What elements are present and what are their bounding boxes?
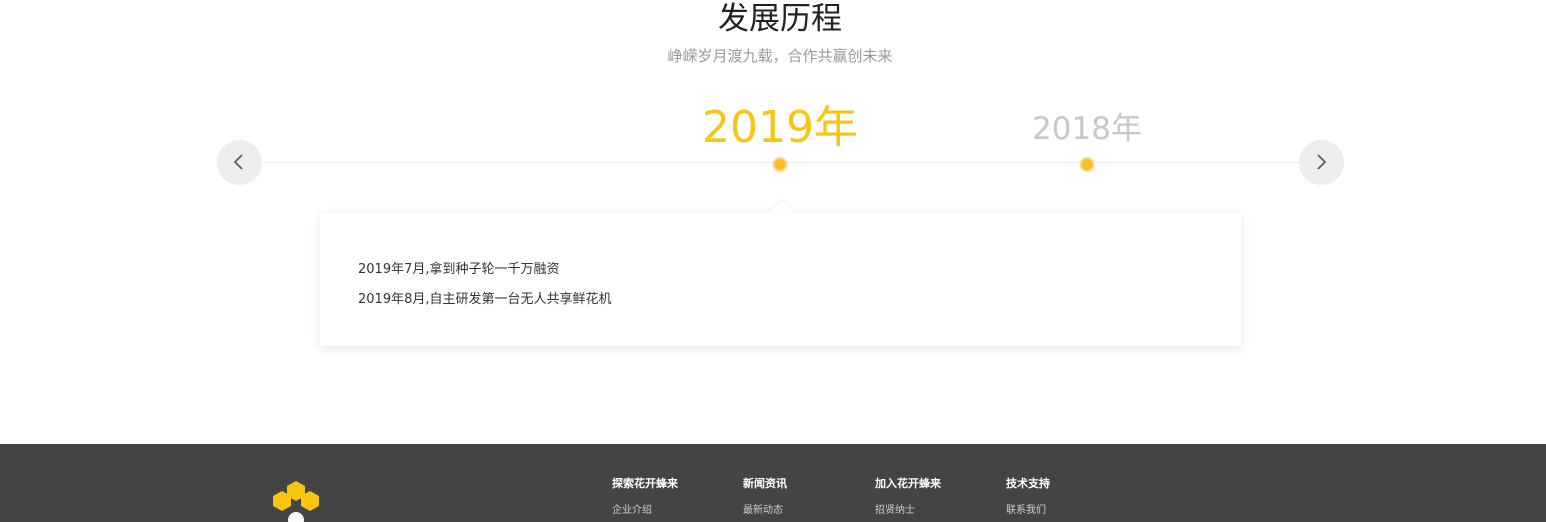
footer-column-explore: 探索花开蜂来 企业介绍: [612, 476, 678, 518]
timeline-dot-2018[interactable]: [1079, 157, 1095, 172]
chevron-right-icon: [1317, 154, 1327, 170]
footer-column-support: 技术支持 联系我们: [1006, 476, 1050, 518]
event-list: 2019年7月,拿到种子轮一千万融资 2019年8月,自主研发第一台无人共享鲜花…: [358, 255, 612, 315]
footer: 探索花开蜂来 企业介绍 新闻资讯 最新动态 加入花开蜂来 招贤纳士 技术支持 联…: [0, 444, 1546, 522]
timeline-dot-2019[interactable]: [772, 157, 788, 172]
honeycomb-logo-icon: [273, 481, 319, 522]
footer-column-news: 新闻资讯 最新动态: [743, 476, 787, 518]
chevron-left-icon: [233, 154, 243, 170]
footer-link-company-intro[interactable]: 企业介绍: [612, 504, 678, 518]
timeline-next-button[interactable]: [1299, 140, 1344, 185]
footer-link-contact[interactable]: 联系我们: [1006, 504, 1050, 518]
event-item: 2019年8月,自主研发第一台无人共享鲜花机: [358, 292, 612, 307]
timeline-year-2019[interactable]: 2019年: [702, 103, 858, 153]
footer-column-join: 加入花开蜂来 招贤纳士: [875, 476, 941, 518]
footer-column-title: 探索花开蜂来: [612, 477, 678, 490]
section-title: 发展历程: [718, 1, 842, 37]
section-subtitle: 峥嵘岁月渡九载，合作共赢创未来: [667, 47, 893, 65]
footer-column-title: 新闻资讯: [743, 477, 787, 490]
timeline-event-card: 2019年7月,拿到种子轮一千万融资 2019年8月,自主研发第一台无人共享鲜花…: [320, 201, 1241, 346]
footer-link-latest-news[interactable]: 最新动态: [743, 504, 787, 518]
footer-column-title: 加入花开蜂来: [875, 477, 941, 490]
card-pointer: [768, 201, 796, 214]
footer-column-title: 技术支持: [1006, 477, 1050, 490]
footer-link-careers[interactable]: 招贤纳士: [875, 504, 941, 518]
timeline-year-2018[interactable]: 2018年: [1032, 110, 1142, 148]
event-item: 2019年7月,拿到种子轮一千万融资: [358, 262, 560, 277]
timeline-prev-button[interactable]: [217, 140, 262, 185]
